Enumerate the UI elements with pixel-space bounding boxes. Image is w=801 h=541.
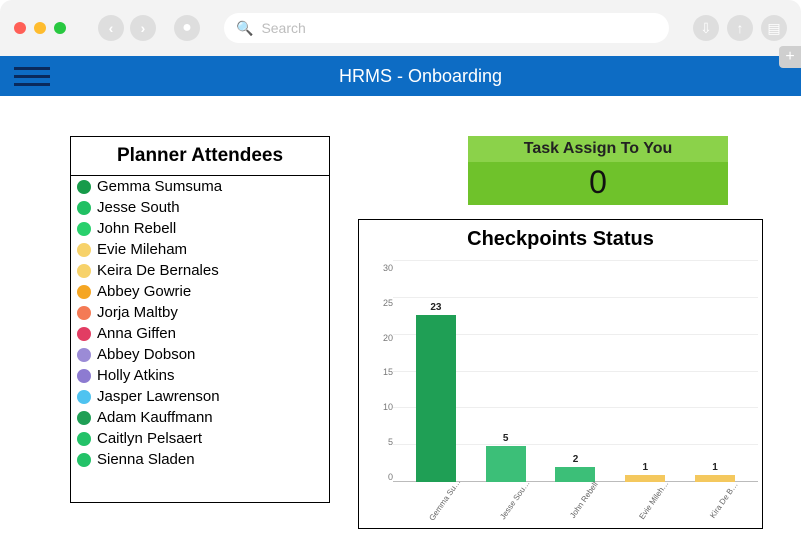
attendee-name: Caitlyn Pelsaert <box>97 430 202 447</box>
plus-icon: + <box>785 48 794 66</box>
bar-value-label: 1 <box>643 462 649 473</box>
downloads-button[interactable]: ⇩ <box>693 15 719 41</box>
attendee-name: Abbey Dobson <box>97 346 195 363</box>
share-button[interactable]: ↑ <box>727 15 753 41</box>
checkpoints-status-panel: Checkpoints Status 302520151050 235211 G… <box>358 219 763 529</box>
traffic-lights <box>14 22 66 34</box>
task-assign-widget: Task Assign To You 0 <box>468 136 728 205</box>
attendee-color-dot <box>77 306 91 320</box>
search-icon: 🔍 <box>236 20 253 37</box>
attendee-item[interactable]: Jasper Lawrenson <box>71 386 329 407</box>
attendee-name: Evie Mileham <box>97 241 187 258</box>
attendee-item[interactable]: Holly Atkins <box>71 365 329 386</box>
hamburger-icon <box>14 67 50 70</box>
attendee-item[interactable]: John Rebell <box>71 218 329 239</box>
close-window-icon[interactable] <box>14 22 26 34</box>
bar-value-label: 23 <box>430 302 441 313</box>
attendee-name: Holly Atkins <box>97 367 175 384</box>
new-tab-button[interactable]: + <box>779 46 801 68</box>
task-assign-label: Task Assign To You <box>468 136 728 162</box>
chart-body: 302520151050 235211 Gemma Su…Jesse Sou…J… <box>359 255 762 528</box>
y-tick-label: 10 <box>383 402 393 412</box>
attendee-color-dot <box>77 348 91 362</box>
attendee-name: Keira De Bernales <box>97 262 219 279</box>
attendee-color-dot <box>77 411 91 425</box>
content-area: Planner Attendees Gemma Sumsuma Jesse Sou… <box>0 96 801 529</box>
attendee-item[interactable]: Sienna Sladen <box>71 449 329 470</box>
attendee-color-dot <box>77 264 91 278</box>
attendee-color-dot <box>77 180 91 194</box>
y-tick-label: 15 <box>383 367 393 377</box>
attendee-color-dot <box>77 432 91 446</box>
bar-value-label: 2 <box>573 454 579 465</box>
tabs-button[interactable]: ▤ <box>761 15 787 41</box>
tabs-icon: ▤ <box>767 20 780 37</box>
hamburger-menu-button[interactable] <box>14 67 54 86</box>
chart-y-axis: 302520151050 <box>365 261 393 528</box>
attendee-item[interactable]: Gemma Sumsuma <box>71 176 329 197</box>
attendee-item[interactable]: Evie Mileham <box>71 239 329 260</box>
attendee-color-dot <box>77 369 91 383</box>
chart-bar: 23 <box>410 302 462 482</box>
attendee-color-dot <box>77 243 91 257</box>
address-bar[interactable]: 🔍 Search <box>224 13 669 43</box>
left-column: Planner Attendees Gemma Sumsuma Jesse Sou… <box>70 136 330 529</box>
checkpoints-status-title: Checkpoints Status <box>359 220 762 255</box>
attendee-name: Abbey Gowrie <box>97 283 191 300</box>
app-header: HRMS - Onboarding <box>0 56 801 96</box>
attendee-item[interactable]: Abbey Gowrie <box>71 281 329 302</box>
shield-button[interactable]: ● <box>174 15 200 41</box>
page-title: HRMS - Onboarding <box>54 66 787 87</box>
attendee-item[interactable]: Jesse South <box>71 197 329 218</box>
share-icon: ↑ <box>737 20 744 36</box>
attendee-name: John Rebell <box>97 220 176 237</box>
y-tick-label: 25 <box>383 298 393 308</box>
attendee-name: Gemma Sumsuma <box>97 178 222 195</box>
forward-button[interactable]: › <box>130 15 156 41</box>
attendee-color-dot <box>77 453 91 467</box>
y-tick-label: 20 <box>383 333 393 343</box>
browser-chrome: ‹ › ● 🔍 Search ⇩ ↑ ▤ + <box>0 0 801 56</box>
chevron-left-icon: ‹ <box>109 20 114 36</box>
attendee-name: Jasper Lawrenson <box>97 388 220 405</box>
bar-value-label: 1 <box>712 462 718 473</box>
nav-buttons: ‹ › <box>98 15 156 41</box>
attendee-item[interactable]: Anna Giffen <box>71 323 329 344</box>
attendee-color-dot <box>77 327 91 341</box>
maximize-window-icon[interactable] <box>54 22 66 34</box>
attendee-color-dot <box>77 285 91 299</box>
attendee-name: Jorja Maltby <box>97 304 178 321</box>
download-icon: ⇩ <box>700 20 712 37</box>
shield-icon: ● <box>182 19 192 37</box>
attendee-name: Anna Giffen <box>97 325 176 342</box>
attendee-item[interactable]: Adam Kauffmann <box>71 407 329 428</box>
minimize-window-icon[interactable] <box>34 22 46 34</box>
attendee-name: Sienna Sladen <box>97 451 195 468</box>
chart-x-labels: Gemma Su…Jesse Sou…John RebellEvie Mileh… <box>401 484 750 528</box>
attendee-color-dot <box>77 390 91 404</box>
chart-plot-area: 23 5 2 1 1 Gemma Su…Jesse Sou…John RebellEvi… <box>393 261 758 528</box>
chevron-right-icon: › <box>141 20 146 36</box>
attendee-item[interactable]: Keira De Bernales <box>71 260 329 281</box>
attendee-item[interactable]: Caitlyn Pelsaert <box>71 428 329 449</box>
planner-attendees-title: Planner Attendees <box>71 137 329 176</box>
attendee-item[interactable]: Abbey Dobson <box>71 344 329 365</box>
attendee-color-dot <box>77 201 91 215</box>
task-assign-value: 0 <box>468 162 728 205</box>
attendee-item[interactable]: Jorja Maltby <box>71 302 329 323</box>
chart-bars: 23 5 2 1 1 <box>401 261 750 482</box>
planner-attendees-panel: Planner Attendees Gemma Sumsuma Jesse Sou… <box>70 136 330 503</box>
attendee-list[interactable]: Gemma Sumsuma Jesse South John Rebell Evie … <box>71 176 329 502</box>
search-placeholder: Search <box>261 20 305 36</box>
browser-right-buttons: ⇩ ↑ ▤ <box>693 15 787 41</box>
right-column: Task Assign To You 0 Checkpoints Status … <box>358 136 773 529</box>
back-button[interactable]: ‹ <box>98 15 124 41</box>
attendee-name: Adam Kauffmann <box>97 409 213 426</box>
attendee-color-dot <box>77 222 91 236</box>
attendee-name: Jesse South <box>97 199 180 216</box>
y-tick-label: 30 <box>383 263 393 273</box>
bar-value-label: 5 <box>503 433 509 444</box>
bar-rect <box>416 315 456 482</box>
